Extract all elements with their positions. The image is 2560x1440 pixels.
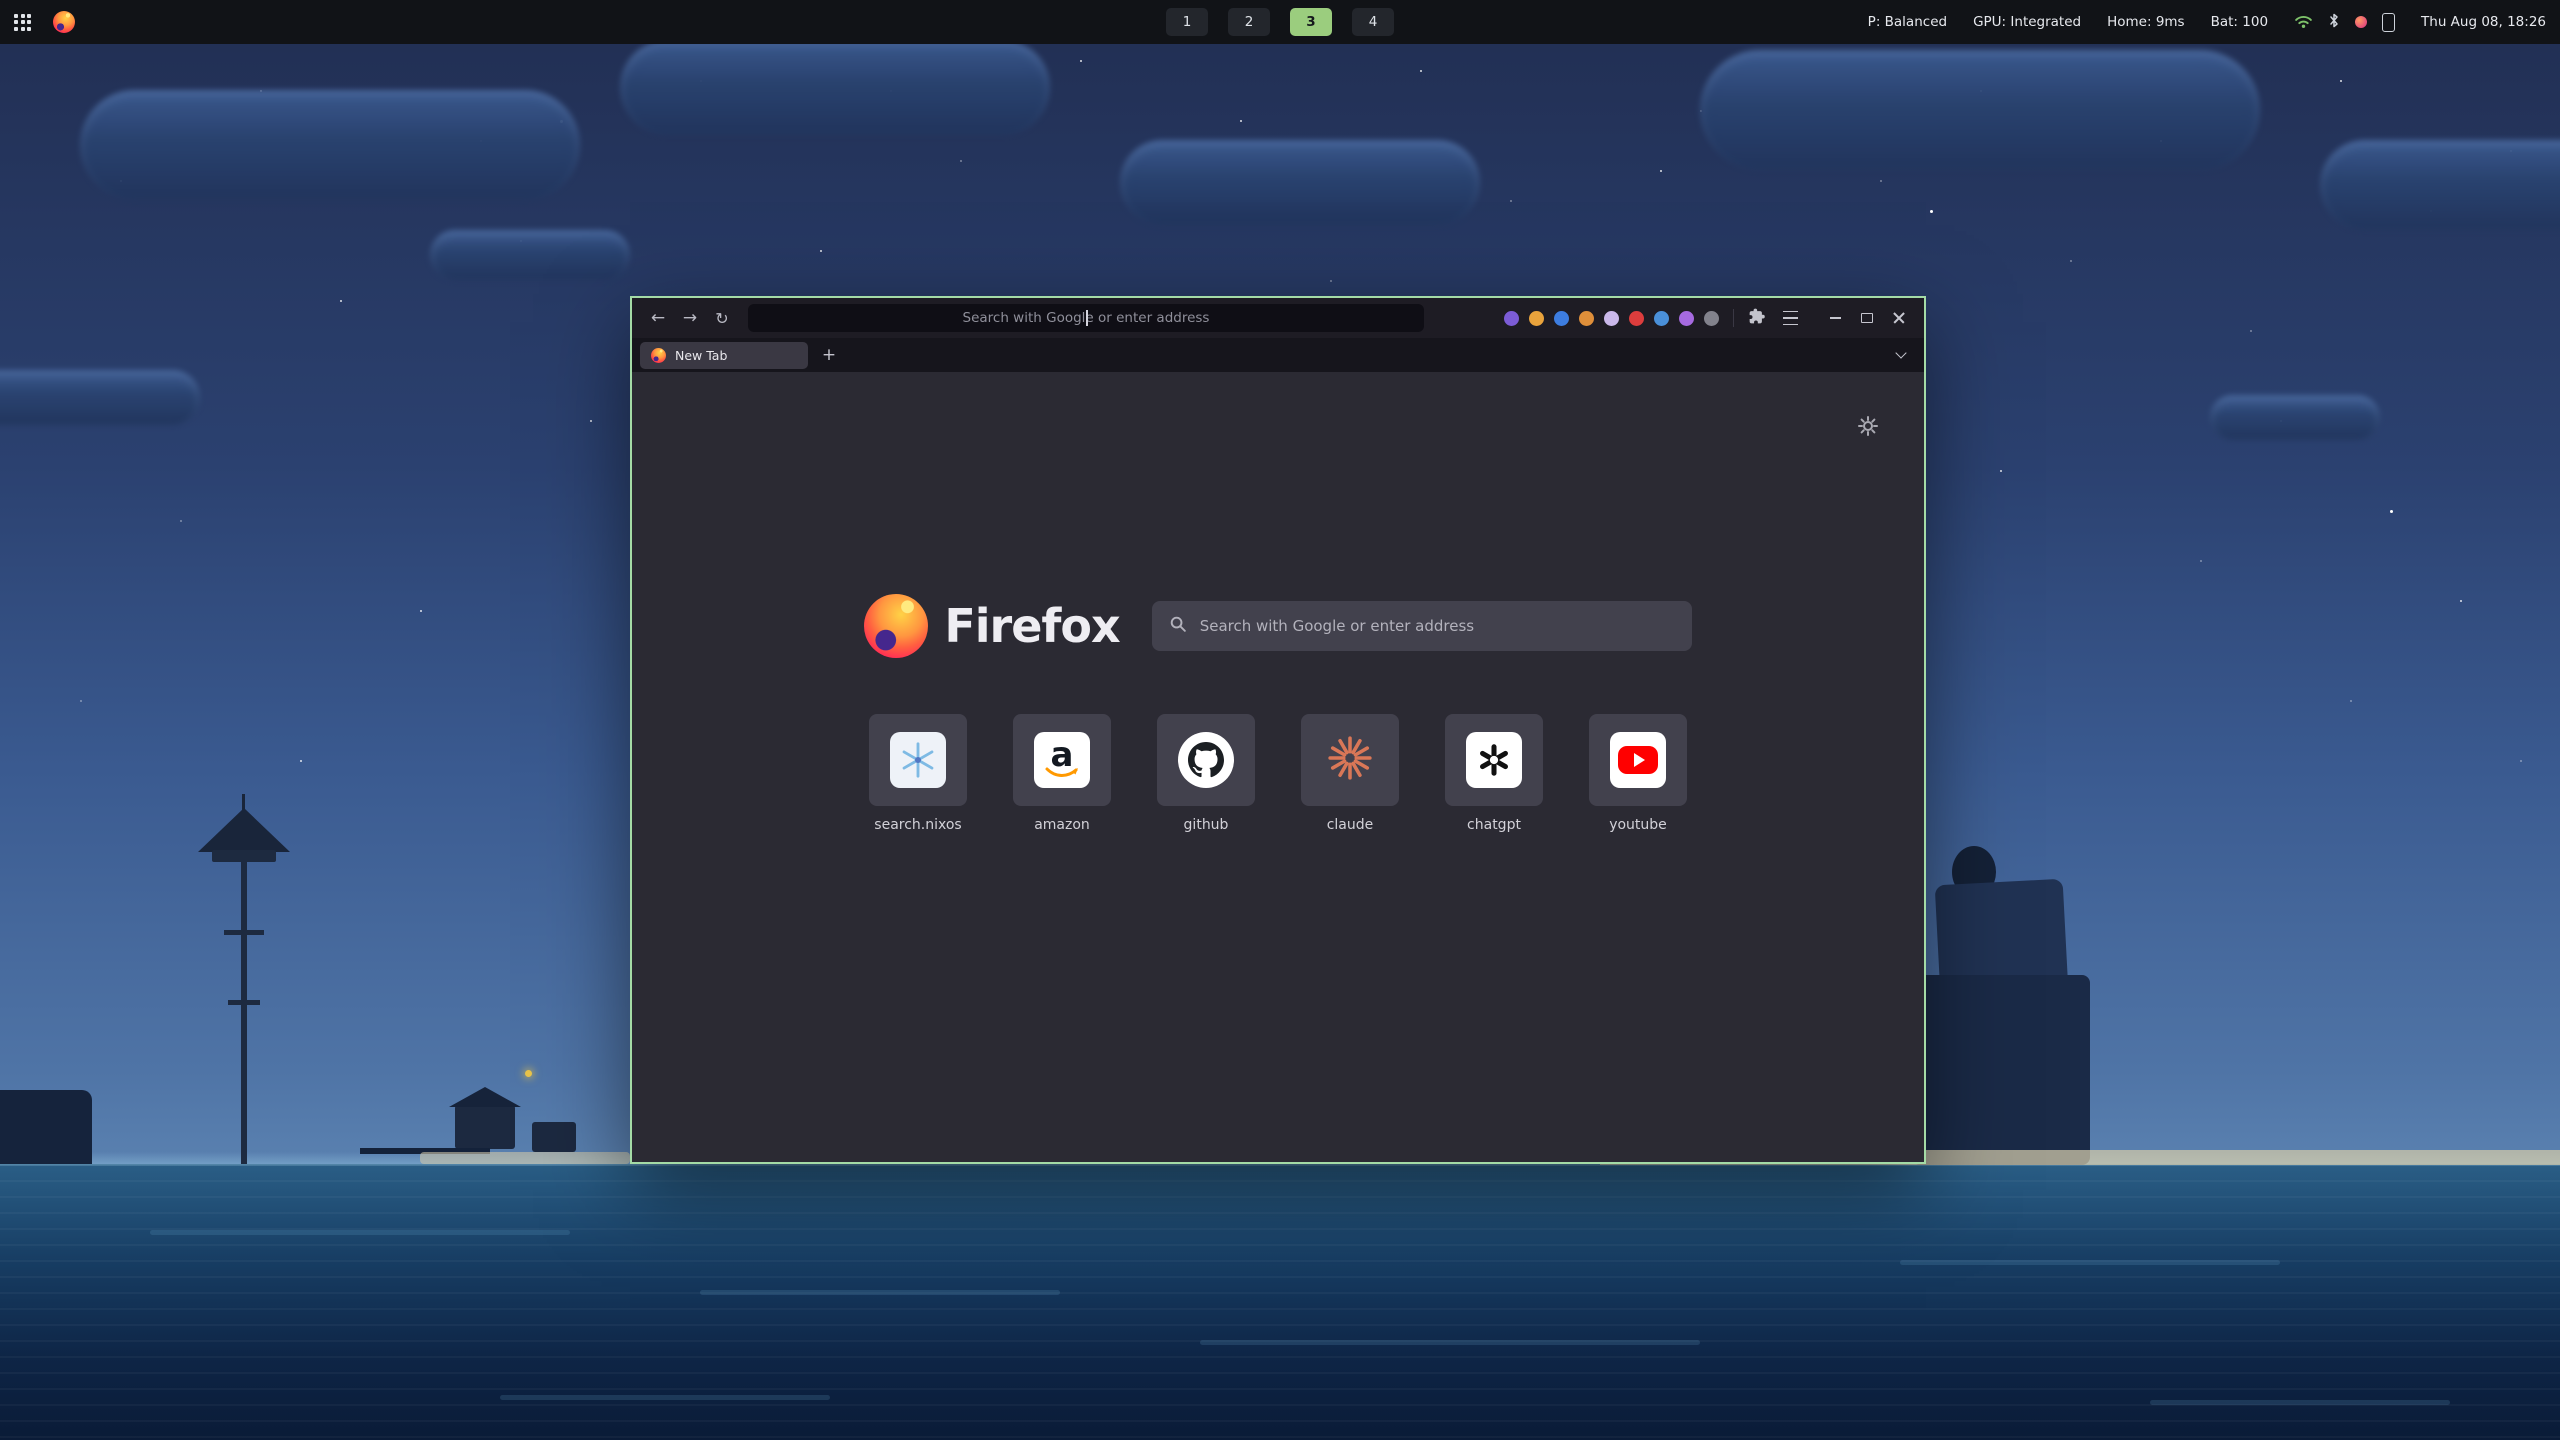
- tab-title: New Tab: [675, 348, 727, 363]
- shortcut-chatgpt[interactable]: chatgpt: [1445, 714, 1543, 833]
- extension-icon[interactable]: [1629, 311, 1644, 326]
- shortcut-youtube[interactable]: youtube: [1589, 714, 1687, 833]
- tablet-device-icon[interactable]: [2382, 13, 2395, 32]
- search-icon: [1170, 616, 1187, 637]
- extension-icon[interactable]: [1704, 311, 1719, 326]
- close-button[interactable]: [1886, 305, 1912, 331]
- newtab-search-input[interactable]: Search with Google or enter address: [1152, 601, 1692, 651]
- wave: [1200, 1340, 1700, 1345]
- cloud: [430, 230, 630, 280]
- gpu-indicator: GPU: Integrated: [1973, 14, 2081, 30]
- wave: [1900, 1260, 2280, 1265]
- beach-sand: [420, 1152, 630, 1164]
- cloud: [1120, 140, 1480, 225]
- openai-logo-icon: [1466, 732, 1522, 788]
- home-latency-indicator: Home: 9ms: [2107, 14, 2184, 30]
- bluetooth-icon[interactable]: [2328, 12, 2340, 33]
- new-tab-page: Firefox Search with Google or enter addr…: [632, 372, 1924, 1162]
- shortcut-label: search.nixos: [874, 817, 961, 833]
- tab-bar: New Tab: [632, 338, 1924, 372]
- github-octocat-icon: [1178, 732, 1234, 788]
- wave: [500, 1395, 830, 1400]
- workspace-3-active[interactable]: 3: [1290, 8, 1332, 36]
- reload-button[interactable]: [708, 304, 736, 332]
- personalize-gear-icon[interactable]: [1854, 412, 1882, 440]
- status-indicator-dot[interactable]: [2355, 16, 2367, 28]
- extensions-puzzle-icon[interactable]: [1748, 307, 1766, 329]
- power-profile-indicator: P: Balanced: [1868, 14, 1947, 30]
- amazon-logo-icon: a: [1034, 732, 1090, 788]
- wave: [700, 1290, 1060, 1295]
- workspace-1[interactable]: 1: [1166, 8, 1208, 36]
- newtab-search-placeholder: Search with Google or enter address: [1200, 617, 1474, 635]
- cloud: [0, 370, 200, 425]
- clock: Thu Aug 08, 18:26: [2421, 14, 2546, 30]
- cloud: [1700, 50, 2260, 170]
- tab-new-tab[interactable]: New Tab: [640, 342, 808, 369]
- wifi-icon[interactable]: [2294, 12, 2313, 33]
- firefox-favicon: [651, 348, 666, 363]
- shortcut-label: amazon: [1034, 817, 1090, 833]
- shortcut-github[interactable]: github: [1157, 714, 1255, 833]
- firefox-taskbar-icon[interactable]: [53, 11, 75, 33]
- status-modules: P: Balanced GPU: Integrated Home: 9ms Ba…: [1868, 12, 2546, 33]
- extension-icon[interactable]: [1579, 311, 1594, 326]
- system-tray: [2294, 12, 2395, 33]
- back-button[interactable]: [644, 304, 672, 332]
- battery-indicator: Bat: 100: [2211, 14, 2268, 30]
- workspace-switcher: 1 2 3 4: [1166, 8, 1394, 36]
- window-controls: [1822, 305, 1912, 331]
- cloud: [2210, 395, 2380, 440]
- cloud: [80, 90, 580, 200]
- extension-icon[interactable]: [1654, 311, 1669, 326]
- firefox-window: Search with Google or enter address: [630, 296, 1926, 1164]
- rock-silhouette: [0, 1090, 92, 1164]
- claude-starburst-icon: [1327, 735, 1373, 785]
- workspace-2[interactable]: 2: [1228, 8, 1270, 36]
- extension-icon[interactable]: [1554, 311, 1569, 326]
- shortcut-label: claude: [1327, 817, 1374, 833]
- status-bar: 1 2 3 4 P: Balanced GPU: Integrated Home…: [0, 0, 2560, 44]
- new-tab-button[interactable]: [816, 342, 842, 368]
- firefox-logo: [864, 594, 928, 658]
- wave: [2150, 1400, 2450, 1405]
- shortcut-tiles: search.nixos a amazon: [869, 714, 1687, 833]
- text-caret: [1086, 310, 1088, 326]
- shortcut-claude[interactable]: claude: [1301, 714, 1399, 833]
- url-bar[interactable]: Search with Google or enter address: [748, 304, 1424, 332]
- cloud: [2320, 140, 2560, 230]
- minimize-button[interactable]: [1822, 305, 1848, 331]
- tab-overflow-chevron-icon[interactable]: [1896, 350, 1906, 360]
- cloud: [620, 40, 1050, 135]
- extension-icon[interactable]: [1504, 311, 1519, 326]
- extension-icon[interactable]: [1604, 311, 1619, 326]
- extension-icons: [1504, 304, 1810, 332]
- wave: [150, 1230, 570, 1235]
- shortcut-amazon[interactable]: a amazon: [1013, 714, 1111, 833]
- firefox-wordmark: Firefox: [944, 599, 1119, 653]
- hut-silhouette: [455, 1105, 515, 1149]
- toolbar-separator: [1733, 309, 1734, 327]
- shortcut-label: github: [1184, 817, 1229, 833]
- app-launcher-icon[interactable]: [14, 14, 31, 31]
- newtab-hero: Firefox Search with Google or enter addr…: [864, 594, 1691, 658]
- hut-silhouette: [532, 1122, 576, 1152]
- shortcut-label: chatgpt: [1467, 817, 1521, 833]
- island-rock: [1912, 975, 2090, 1165]
- desktop: 1 2 3 4 P: Balanced GPU: Integrated Home…: [0, 0, 2560, 1440]
- shortcut-label: youtube: [1609, 817, 1667, 833]
- forward-button[interactable]: [676, 304, 704, 332]
- workspace-4[interactable]: 4: [1352, 8, 1394, 36]
- menu-hamburger-icon[interactable]: [1776, 304, 1804, 332]
- extension-icon[interactable]: [1679, 311, 1694, 326]
- browser-toolbar: Search with Google or enter address: [632, 298, 1924, 338]
- wallpaper-ocean: [0, 1164, 2560, 1440]
- youtube-play-icon: [1610, 732, 1666, 788]
- shortcut-search-nixos[interactable]: search.nixos: [869, 714, 967, 833]
- lamp-light: [525, 1070, 532, 1077]
- nixos-snowflake-icon: [890, 732, 946, 788]
- extension-icon[interactable]: [1529, 311, 1544, 326]
- maximize-button[interactable]: [1854, 305, 1880, 331]
